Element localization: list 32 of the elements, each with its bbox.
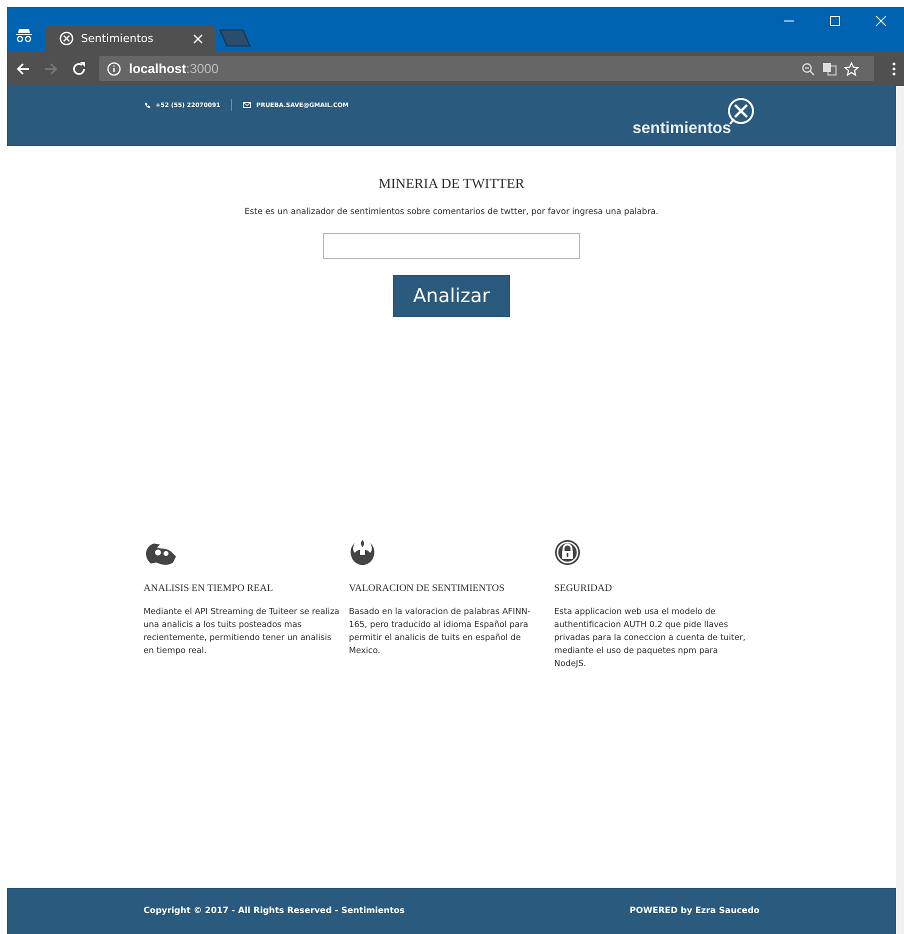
copyright-text: Copyright © 2017 - All Rights Reserved - Sentimientos — [144, 906, 405, 916]
mail-icon — [243, 102, 252, 108]
emblem-icon — [348, 539, 376, 566]
credits-text: POWERED by Ezra Saucedo — [630, 906, 760, 916]
close-icon[interactable] — [193, 34, 203, 44]
menu-icon[interactable] — [892, 62, 896, 76]
reload-icon[interactable] — [71, 60, 87, 76]
maximize-icon[interactable] — [829, 15, 841, 27]
lock-icon — [554, 539, 582, 566]
star-icon[interactable] — [844, 62, 859, 76]
zoom-icon[interactable] — [801, 62, 815, 76]
phone-icon — [144, 102, 150, 108]
address-bar[interactable]: localhost:3000 — [99, 56, 874, 81]
info-icon — [107, 62, 121, 76]
feature-title: SEGURIDAD — [554, 583, 612, 594]
tab-title: Sentimientos — [81, 32, 154, 45]
site-logo[interactable]: sentimientos — [632, 120, 732, 138]
description-text: Este es un analizador de sentimientos sobre comentarios de twtter, por favor ingresa una palabra. — [244, 206, 658, 216]
feature-text: Basado en la valoracion de palabras AFINN-165, pero traducido al idioma Español para permitir el analicis de tuits en español de Mexico. — [348, 605, 532, 657]
analyze-button[interactable]: Analizar — [393, 275, 510, 317]
page-title: MINERIA DE TWITTER — [378, 177, 524, 193]
feature-text: Esta applicacion web usa el modelo de authentificacion AUTH 0.2 que pide llaves privadas para la coneccion a cuenta de tuiter, mediante el uso de paquetes npm para NodeJS. — [554, 605, 746, 670]
feature-title: ANALISIS EN TIEMPO REAL — [144, 583, 274, 594]
back-icon[interactable] — [15, 60, 31, 76]
feature-title: VALORACION DE SENTIMIENTOS — [348, 583, 505, 594]
incognito-icon — [15, 27, 33, 43]
search-field[interactable] — [323, 233, 580, 259]
feature-text: Mediante el API Streaming de Tuiteer se realiza una analicis a los tuits posteados mas recientemente, permitiendo tener un analisis en tiempo real. — [144, 605, 340, 657]
scrollbar[interactable] — [896, 86, 904, 934]
logo-icon — [59, 31, 74, 46]
close-icon[interactable] — [875, 15, 887, 27]
browser-tab[interactable]: Sentimientos — [45, 26, 215, 51]
